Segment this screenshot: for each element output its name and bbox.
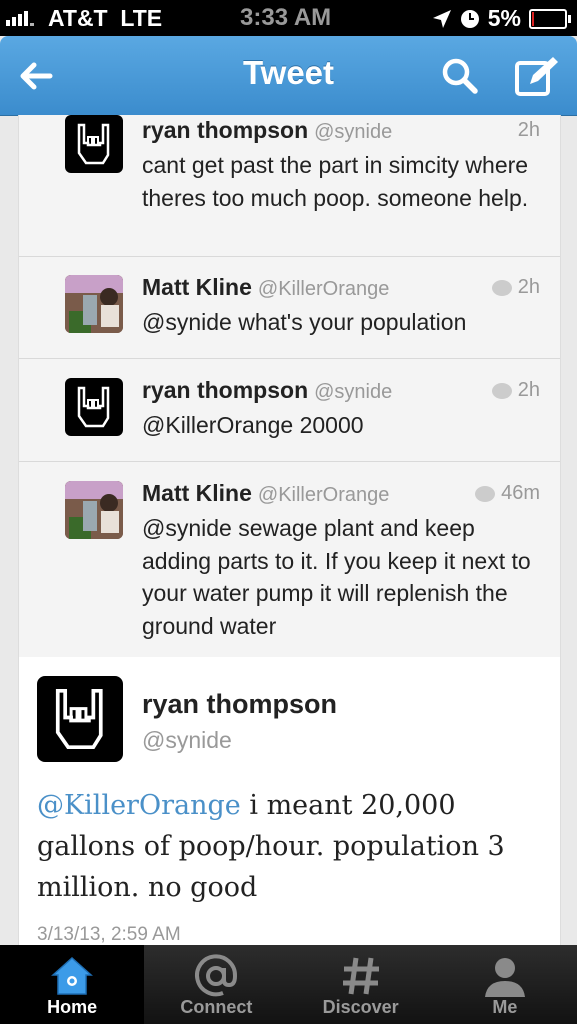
list-item[interactable]: Matt Kline @KillerOrange 2h @synide what'…	[19, 256, 560, 359]
page-title: Tweet	[242, 54, 335, 91]
matt-avatar[interactable]	[65, 275, 123, 333]
alarm-icon	[460, 9, 479, 28]
tweet-handle: @KillerOrange	[257, 484, 390, 506]
detail-author-name[interactable]: ryan thompson	[142, 689, 337, 720]
mention-link[interactable]: @KillerOrange	[37, 790, 241, 821]
tweet-author[interactable]: Matt Kline @KillerOrange	[142, 480, 389, 507]
list-item[interactable]: Matt Kline @KillerOrange 46m @synide sewa…	[19, 462, 560, 657]
tweet-time: 2h	[491, 276, 540, 299]
tab-connect[interactable]: Connect	[144, 945, 288, 1024]
tweet-time: 2h	[491, 379, 540, 402]
reply-bubble-icon	[475, 485, 496, 502]
at-icon	[195, 954, 238, 997]
tab-me[interactable]: Me	[433, 945, 577, 1024]
reply-bubble-icon	[491, 279, 512, 296]
network: LTE	[120, 5, 163, 31]
rock-hand-icon[interactable]	[65, 378, 123, 436]
tweet-detail: ryan thompson @synide @KillerOrange i me…	[18, 657, 561, 945]
hash-icon	[342, 957, 379, 995]
tab-discover[interactable]: Discover	[289, 945, 433, 1024]
detail-timestamp: 3/13/13, 2:59 AM	[37, 924, 181, 945]
tweet-time: 2h	[517, 119, 540, 141]
tweet-time: 46m	[475, 482, 540, 505]
carrier: AT&T LTE	[48, 5, 163, 31]
nav-bar: Tweet	[0, 36, 577, 116]
tweet-handle: @KillerOrange	[257, 278, 390, 300]
tweet-author[interactable]: Matt Kline @KillerOrange	[142, 274, 389, 301]
reply-bubble-icon	[491, 382, 512, 399]
detail-tweet-text: @KillerOrange i meant 20,000 gallons of …	[37, 790, 505, 903]
matt-avatar[interactable]	[65, 481, 123, 539]
rock-hand-icon[interactable]	[65, 115, 123, 173]
battery-percent: 5%	[487, 5, 521, 31]
person-icon	[484, 958, 525, 997]
battery-icon	[529, 8, 571, 29]
signal-icon	[6, 11, 34, 26]
location-icon	[432, 9, 451, 28]
list-item[interactable]: ryan thompson @synide 2h @KillerOrange 20…	[19, 359, 560, 462]
tweet-handle: @synide	[314, 121, 393, 143]
list-item[interactable]: ryan thompson @synide 2h cant get past th…	[19, 115, 560, 257]
compose-icon[interactable]	[514, 54, 560, 98]
tweet-text: cant get past the part in simcity where …	[142, 152, 529, 211]
battery-fill	[532, 11, 534, 26]
home-icon	[51, 956, 94, 995]
detail-author-handle[interactable]: @synide	[142, 727, 232, 754]
tab-bar: Home Connect Discover Me	[0, 945, 577, 1024]
search-icon[interactable]	[440, 56, 480, 96]
tweet-text: @KillerOrange 20000	[142, 412, 364, 438]
tweet-handle: @synide	[314, 381, 393, 403]
conversation-list[interactable]: ryan thompson @synide 2h cant get past th…	[18, 115, 561, 657]
tweet-author[interactable]: ryan thompson @synide	[142, 117, 392, 144]
tab-home[interactable]: Home	[0, 945, 145, 1024]
status-bar: AT&T LTE 3:33 AM 5%	[0, 0, 577, 36]
tweet-text: @synide what's your population	[142, 309, 467, 335]
tweet-text: @synide sewage plant and keep adding par…	[142, 515, 531, 639]
tweet-author[interactable]: ryan thompson @synide	[142, 377, 392, 404]
rock-hand-icon[interactable]	[37, 676, 123, 762]
